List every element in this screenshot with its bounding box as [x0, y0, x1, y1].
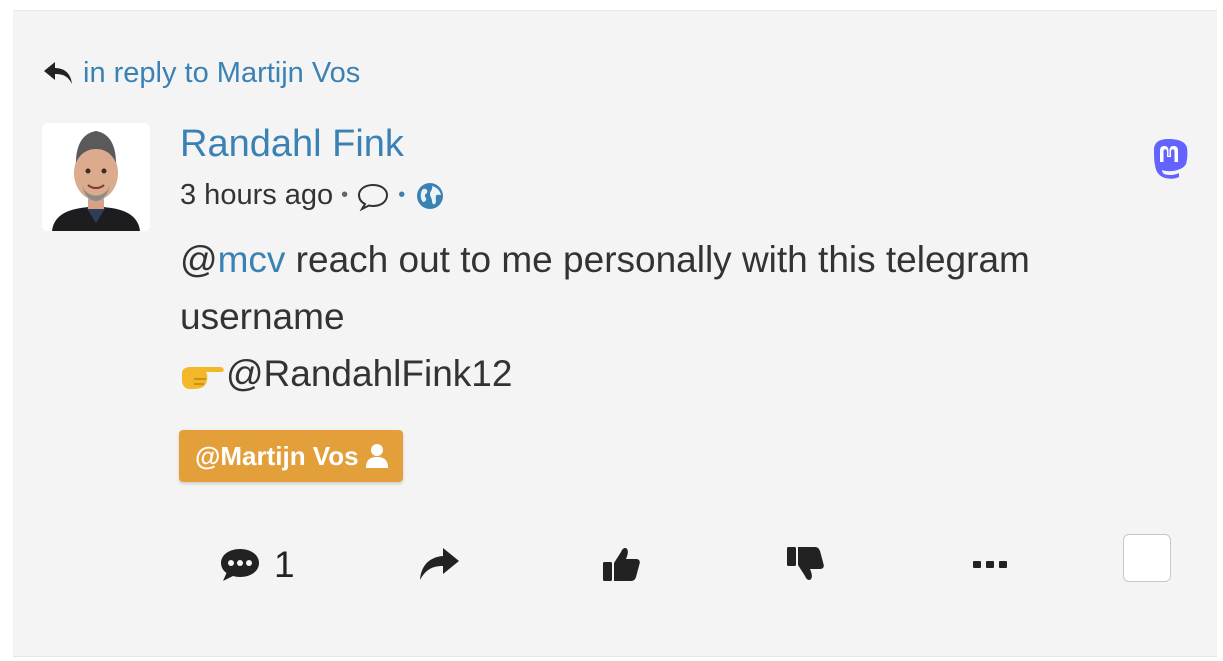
post-meta: 3 hours ago • • — [180, 179, 447, 212]
thumbs-down-icon — [787, 547, 824, 580]
post-text: @mcv reach out to me personally with thi… — [180, 231, 1180, 345]
author-name[interactable]: Randahl Fink — [180, 123, 404, 166]
user-icon — [365, 444, 388, 468]
more-icon — [973, 561, 1007, 568]
comment-icon[interactable] — [356, 181, 390, 211]
pointing-hand-icon — [182, 367, 224, 390]
share-button[interactable] — [417, 544, 461, 584]
post-content: @mcv reach out to me personally with thi… — [180, 231, 1180, 402]
post-time[interactable]: 3 hours ago — [180, 179, 333, 212]
thumbs-up-icon — [603, 548, 640, 581]
select-checkbox[interactable] — [1123, 534, 1171, 582]
mention-tag[interactable]: @Martijn Vos — [179, 430, 403, 482]
separator: • — [341, 184, 349, 206]
dislike-button[interactable] — [783, 544, 827, 584]
comments-icon — [221, 549, 259, 581]
mastodon-icon[interactable] — [1149, 137, 1189, 179]
post-text-line2: @RandahlFink12 — [180, 345, 1180, 402]
share-icon — [420, 548, 459, 580]
comments-button[interactable]: 1 — [218, 544, 295, 586]
separator: • — [398, 184, 406, 206]
more-button[interactable] — [968, 544, 1012, 584]
reply-icon — [44, 62, 72, 84]
avatar-image — [42, 123, 150, 231]
mention-prefix: @ — [180, 239, 218, 280]
mention-link[interactable]: mcv — [218, 239, 286, 280]
globe-icon[interactable] — [413, 181, 447, 211]
post-card: in reply to Martijn Vos Randahl Fink 3 h… — [13, 10, 1217, 657]
telegram-username: @RandahlFink12 — [226, 353, 513, 394]
like-button[interactable] — [599, 544, 643, 584]
mention-tag-label: @Martijn Vos — [195, 440, 359, 471]
comment-count: 1 — [274, 544, 295, 585]
avatar[interactable] — [42, 123, 150, 231]
in-reply-to-link[interactable]: in reply to Martijn Vos — [41, 55, 360, 91]
post-text-body: reach out to me personally with this tel… — [180, 239, 1030, 337]
in-reply-to-label: in reply to Martijn Vos — [83, 56, 361, 89]
post-actions: 1 — [13, 531, 1217, 601]
